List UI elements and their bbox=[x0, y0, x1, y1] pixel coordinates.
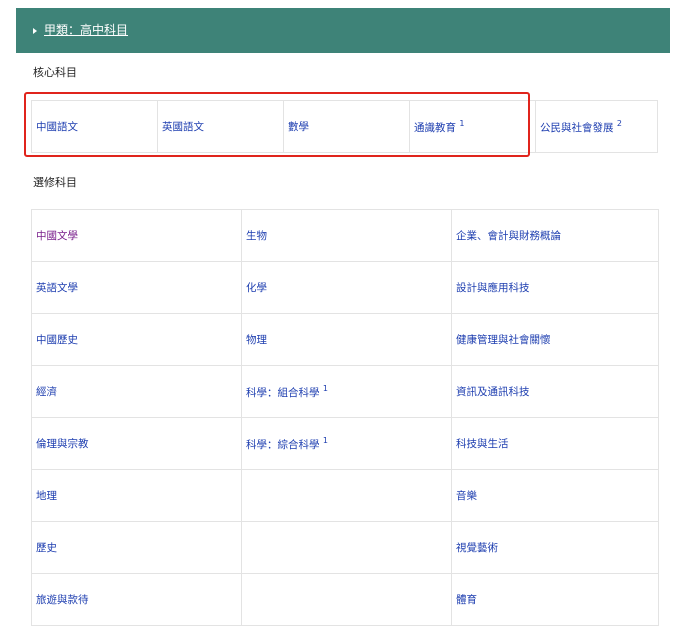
table-row: 中國歷史 物理 健康管理與社會關懷 bbox=[31, 313, 659, 366]
table-cell: 視覺藝術 bbox=[451, 521, 659, 574]
table-cell: 科學：組合科學 1 bbox=[241, 365, 452, 418]
table-cell: 旅遊與款待 bbox=[31, 573, 242, 626]
table-cell: 化學 bbox=[241, 261, 452, 314]
subject-link[interactable]: 科技與生活 bbox=[456, 438, 509, 450]
elective-subjects-table: 中國文學 生物 企業、會計與財務概論 英語文學 化學 設計與應用科技 中國歷史 … bbox=[31, 209, 659, 626]
table-cell: 公民與社會發展 2 bbox=[535, 100, 658, 153]
table-cell: 物理 bbox=[241, 313, 452, 366]
table-cell bbox=[241, 573, 452, 626]
table-cell: 資訊及通訊科技 bbox=[451, 365, 659, 418]
subject-link[interactable]: 旅遊與款待 bbox=[36, 594, 89, 606]
footnote-marker: 1 bbox=[322, 383, 328, 393]
table-cell: 生物 bbox=[241, 209, 452, 262]
subject-link[interactable]: 地理 bbox=[36, 490, 57, 502]
footnote-marker: 2 bbox=[616, 118, 622, 128]
subject-link[interactable]: 生物 bbox=[246, 230, 267, 242]
category-header: 甲類：高中科目 bbox=[16, 8, 670, 53]
footnote-marker: 1 bbox=[322, 435, 328, 445]
subject-link[interactable]: 歷史 bbox=[36, 542, 57, 554]
elective-subjects-heading: 選修科目 bbox=[33, 176, 77, 189]
subject-link[interactable]: 中國文學 bbox=[36, 230, 78, 242]
table-cell: 科技與生活 bbox=[451, 417, 659, 470]
table-cell: 英語文學 bbox=[31, 261, 242, 314]
table-cell: 中國文學 bbox=[31, 209, 242, 262]
table-cell: 歷史 bbox=[31, 521, 242, 574]
table-cell: 企業、會計與財務概論 bbox=[451, 209, 659, 262]
highlight-box bbox=[24, 92, 530, 157]
core-subjects-heading: 核心科目 bbox=[33, 66, 77, 79]
subject-link[interactable]: 體育 bbox=[456, 594, 477, 606]
subject-link[interactable]: 資訊及通訊科技 bbox=[456, 386, 530, 398]
table-cell: 健康管理與社會關懷 bbox=[451, 313, 659, 366]
subject-link[interactable]: 設計與應用科技 bbox=[456, 282, 530, 294]
table-row: 中國文學 生物 企業、會計與財務概論 bbox=[31, 209, 659, 262]
table-cell: 地理 bbox=[31, 469, 242, 522]
subject-link[interactable]: 企業、會計與財務概論 bbox=[456, 230, 561, 242]
table-cell: 設計與應用科技 bbox=[451, 261, 659, 314]
table-cell bbox=[241, 469, 452, 522]
subject-link[interactable]: 科學：組合科學 bbox=[246, 387, 320, 399]
subject-link[interactable]: 化學 bbox=[246, 282, 267, 294]
subject-link[interactable]: 物理 bbox=[246, 334, 267, 346]
table-cell: 中國歷史 bbox=[31, 313, 242, 366]
subject-link[interactable]: 健康管理與社會關懷 bbox=[456, 334, 551, 346]
table-row: 旅遊與款待 體育 bbox=[31, 573, 659, 626]
table-cell: 倫理與宗教 bbox=[31, 417, 242, 470]
table-cell: 科學：綜合科學 1 bbox=[241, 417, 452, 470]
table-cell: 音樂 bbox=[451, 469, 659, 522]
table-row: 倫理與宗教 科學：綜合科學 1 科技與生活 bbox=[31, 417, 659, 470]
table-row: 歷史 視覺藝術 bbox=[31, 521, 659, 574]
subject-link[interactable]: 科學：綜合科學 bbox=[246, 439, 320, 451]
subject-link[interactable]: 視覺藝術 bbox=[456, 542, 498, 554]
subject-link[interactable]: 經濟 bbox=[36, 386, 57, 398]
table-cell bbox=[241, 521, 452, 574]
table-cell: 經濟 bbox=[31, 365, 242, 418]
table-row: 經濟 科學：組合科學 1 資訊及通訊科技 bbox=[31, 365, 659, 418]
subject-link[interactable]: 中國歷史 bbox=[36, 334, 78, 346]
table-row: 地理 音樂 bbox=[31, 469, 659, 522]
subject-link[interactable]: 英語文學 bbox=[36, 282, 78, 294]
category-title-link[interactable]: 甲類：高中科目 bbox=[44, 22, 128, 38]
caret-right-icon bbox=[33, 28, 37, 34]
subject-link[interactable]: 倫理與宗教 bbox=[36, 438, 89, 450]
table-cell: 體育 bbox=[451, 573, 659, 626]
table-row: 英語文學 化學 設計與應用科技 bbox=[31, 261, 659, 314]
subject-link-citizenship[interactable]: 公民與社會發展 bbox=[540, 122, 614, 134]
subject-link[interactable]: 音樂 bbox=[456, 490, 477, 502]
